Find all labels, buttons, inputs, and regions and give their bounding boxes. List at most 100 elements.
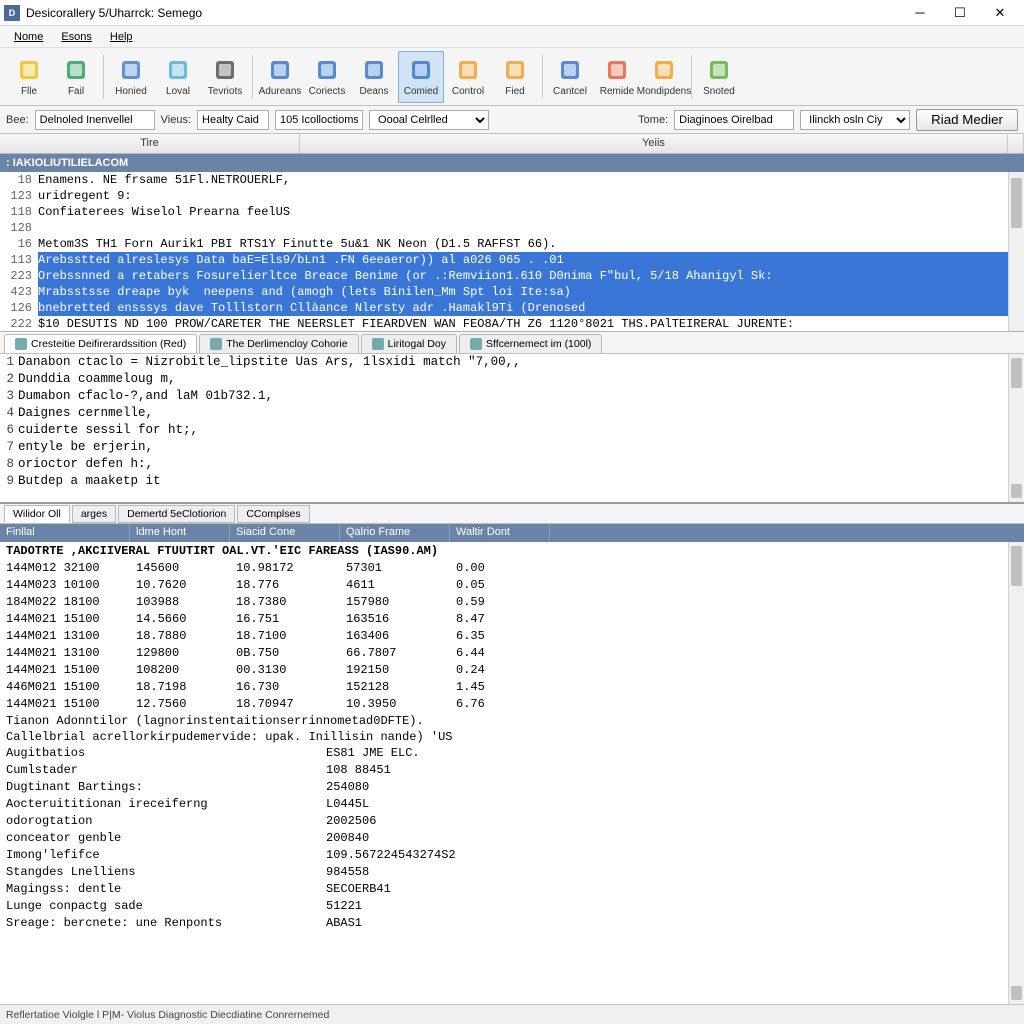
remide-label: Remide	[600, 86, 634, 97]
control-label: Control	[452, 86, 484, 97]
tome-input[interactable]	[674, 110, 794, 130]
toolbar-corrects-button[interactable]: Coriects	[304, 51, 350, 103]
toolbar-honted-button[interactable]: Honied	[108, 51, 154, 103]
honted-icon	[117, 56, 145, 84]
toolbar-comed-button[interactable]: Comied	[398, 51, 444, 103]
data-col-4[interactable]: Waltir Dont	[450, 524, 550, 542]
table-row[interactable]: 144M021 1510014.566016.7511635168.47	[0, 611, 1008, 628]
loval-label: Loval	[166, 86, 190, 97]
code-line[interactable]: Orebssnned a retabers Fosurelierltce Bre…	[38, 268, 1008, 284]
derim-tab-icon	[210, 338, 222, 350]
top-columns-header: Tire Yeiis	[0, 134, 1024, 154]
bottom-scrollbar[interactable]	[1008, 542, 1024, 1004]
table-row[interactable]: 144M012 3210014560010.98172573010.00	[0, 560, 1008, 577]
rinch-select[interactable]: Ilinckh osln Ciy	[800, 110, 910, 130]
toolbar-mondipdens-button[interactable]: Mondipdens	[641, 51, 687, 103]
data-col-1[interactable]: ldme Hont	[130, 524, 230, 542]
table-row[interactable]: 144M023 1010010.762018.77646110.05	[0, 577, 1008, 594]
toolbar-fied-button[interactable]: Fied	[492, 51, 538, 103]
raid-medier-button[interactable]: Riad Medier	[916, 109, 1018, 131]
mid-line[interactable]: entyle be erjerin,	[18, 439, 1008, 456]
create-tab-icon	[15, 338, 27, 350]
mid-gutter: 12346789	[0, 354, 18, 502]
mid-line[interactable]: Daignes cernmelle,	[18, 405, 1008, 422]
tab-stien[interactable]: Sffcernemect im (100l)	[459, 334, 602, 353]
code-line[interactable]: Arebsstted alreslesys Data baE=Els9/bLn1…	[38, 252, 1008, 268]
table-row[interactable]: 144M021 1510010820000.31301921500.24	[0, 662, 1008, 679]
toolbar-cantcel-button[interactable]: Cantcel	[547, 51, 593, 103]
kv-row: Lunge conpactg sade51221	[0, 898, 1008, 915]
col-yeis[interactable]: Yeiis	[300, 134, 1008, 153]
code-line[interactable]: uridregent 9:	[38, 188, 1008, 204]
menu-nome[interactable]: Nome	[6, 29, 51, 45]
menu-help[interactable]: Help	[102, 29, 141, 45]
toolbar-separator	[542, 55, 543, 99]
honted-label: Honied	[115, 86, 147, 97]
toolbar-adureans-button[interactable]: Adureans	[257, 51, 303, 103]
menu-esons[interactable]: Esons	[53, 29, 100, 45]
toolbar-file-button[interactable]: Flle	[6, 51, 52, 103]
btab-arges[interactable]: arges	[72, 505, 116, 523]
data-col-0[interactable]: Finllal	[0, 524, 130, 542]
mid-line[interactable]: Butdep a maaketp it	[18, 473, 1008, 490]
mid-body[interactable]: 12346789 Danabon ctaclo = Nizrobitle_lip…	[0, 354, 1024, 502]
tab-derim[interactable]: The Derlimencloy Cohorie	[199, 334, 358, 353]
btab-demertd[interactable]: Demertd 5eClotiorion	[118, 505, 235, 523]
code-line[interactable]: $10 DESUTIS ND 100 PROW/CARETER THE NEER…	[38, 316, 1008, 331]
select-dropdown[interactable]: Oooal Celrlled	[369, 110, 489, 130]
fail-icon	[62, 56, 90, 84]
code-line[interactable]: Enamens. NE frsame 51Fl.NETROUERLF,	[38, 172, 1008, 188]
mid-line[interactable]: cuiderte sessil for ht;,	[18, 422, 1008, 439]
maximize-button[interactable]: ☐	[940, 1, 980, 25]
close-button[interactable]: ✕	[980, 1, 1020, 25]
btab-ccomplss[interactable]: CComplses	[237, 505, 309, 523]
btab-wilidor[interactable]: Wilidor Oll	[4, 505, 70, 523]
data-col-2[interactable]: Siacid Cone	[230, 524, 340, 542]
toolbar-control-button[interactable]: Control	[445, 51, 491, 103]
table-row[interactable]: 144M021 1310018.788018.71001634066.35	[0, 628, 1008, 645]
top-code-area[interactable]: 1812311812816113223423126222229 Enamens.…	[0, 172, 1024, 331]
data-title: TADOTRTE ,AKCIIVERAL FTUUTIRT OAL.VT.'EI…	[0, 542, 1008, 560]
count-input[interactable]	[275, 110, 363, 130]
stien-tab-icon	[470, 338, 482, 350]
code-line[interactable]	[38, 220, 1008, 236]
mid-lines[interactable]: Danabon ctaclo = Nizrobitle_lipstite Uas…	[18, 354, 1008, 502]
mid-line[interactable]: Dumabon cfaclo-?,and laM 01b732.1,	[18, 388, 1008, 405]
top-code-lines[interactable]: Enamens. NE frsame 51Fl.NETROUERLF,uridr…	[38, 172, 1008, 331]
toolbar-fail-button[interactable]: Fail	[53, 51, 99, 103]
toolbar-snoted-button[interactable]: Snoted	[696, 51, 742, 103]
toolbar-tevnots-button[interactable]: Tevriots	[202, 51, 248, 103]
toolbar-loval-button[interactable]: Loval	[155, 51, 201, 103]
views-input[interactable]	[197, 110, 269, 130]
mid-line[interactable]: Danabon ctaclo = Nizrobitle_lipstite Uas…	[18, 354, 1008, 371]
be-input[interactable]	[35, 110, 155, 130]
mid-line[interactable]: orioctor defen h:,	[18, 456, 1008, 473]
be-label: Bee:	[6, 114, 29, 126]
code-line[interactable]: Confiaterees Wiselol Prearna feelUS	[38, 204, 1008, 220]
adureans-label: Adureans	[259, 86, 302, 97]
loval-icon	[164, 56, 192, 84]
minimize-button[interactable]: ─	[900, 1, 940, 25]
code-line[interactable]: Mrabsstsse dreape byk neepens and (amogh…	[38, 284, 1008, 300]
data-body[interactable]: TADOTRTE ,AKCIIVERAL FTUUTIRT OAL.VT.'EI…	[0, 542, 1024, 1004]
data-col-3[interactable]: Qalrio Frame	[340, 524, 450, 542]
data-header: Finllalldme HontSiacid ConeQalrio FrameW…	[0, 524, 1024, 542]
toolbar-remide-button[interactable]: Remide	[594, 51, 640, 103]
snoted-label: Snoted	[703, 86, 735, 97]
tab-litogal[interactable]: Liritogal Doy	[361, 334, 457, 353]
table-row[interactable]: 446M021 1510018.719816.7301521281.45	[0, 679, 1008, 696]
top-scrollbar[interactable]	[1008, 172, 1024, 331]
table-row[interactable]: 144M021 131001298000B.75066.78076.44	[0, 645, 1008, 662]
table-row[interactable]: 144M021 1510012.756018.7094710.39506.76	[0, 696, 1008, 713]
code-line[interactable]: bnebretted ensssys dave Tolllstorn Cllàa…	[38, 300, 1008, 316]
snoted-icon	[705, 56, 733, 84]
table-row[interactable]: 184M022 1810010398818.73801579800.59	[0, 594, 1008, 611]
code-line[interactable]: Metom3S TH1 Forn Aurik1 PBI RTS1Y Finutt…	[38, 236, 1008, 252]
mid-scrollbar[interactable]	[1008, 354, 1024, 502]
col-tire[interactable]: Tire	[0, 134, 300, 153]
col-scroll-spacer	[1008, 134, 1024, 153]
tab-create[interactable]: Cresteitie Deifirerardssition (Red)	[4, 334, 197, 353]
kv-row: Aocteruititionan ireceiferngL0445L	[0, 796, 1008, 813]
toolbar-deans-button[interactable]: Deans	[351, 51, 397, 103]
mid-line[interactable]: Dunddia coammeloug m,	[18, 371, 1008, 388]
